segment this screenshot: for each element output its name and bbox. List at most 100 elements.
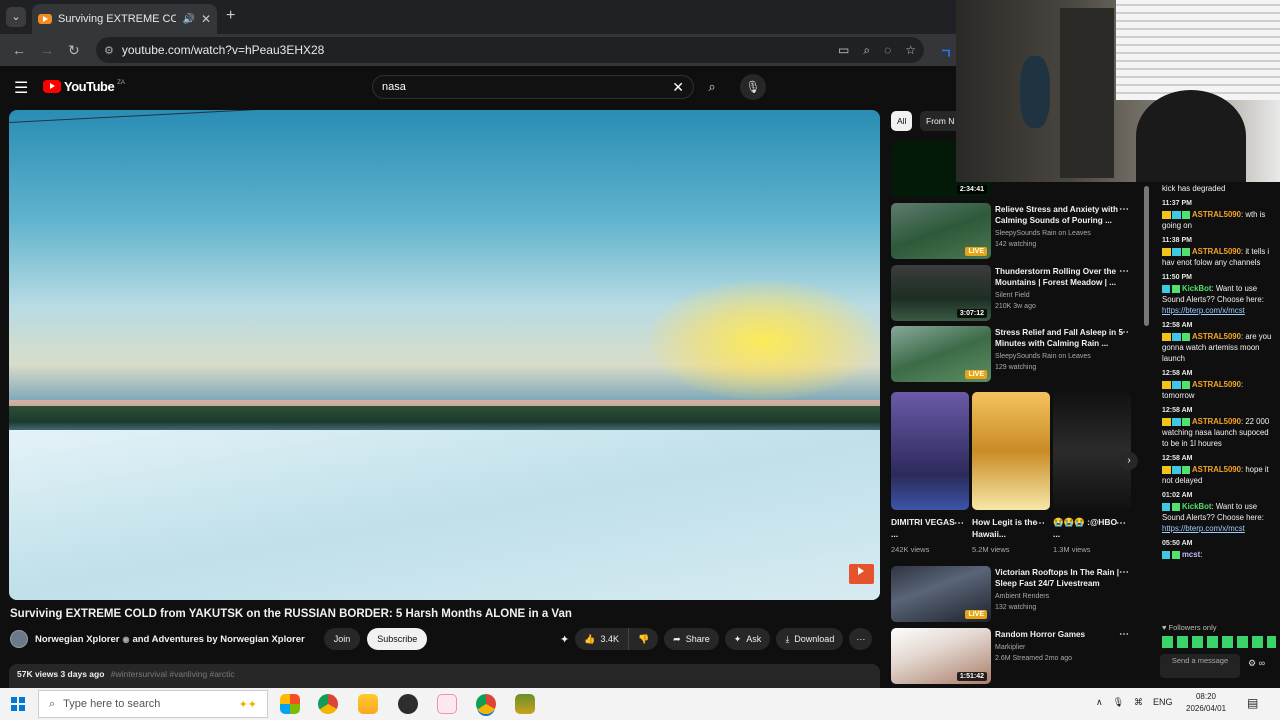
reload-icon[interactable]: ↻ xyxy=(68,42,80,59)
forward-icon[interactable]: → xyxy=(40,42,54,58)
short-more-icon[interactable]: ⋯ xyxy=(1116,518,1126,529)
related-video[interactable]: 3:07:12 Thunderstorm Rolling Over the Mou… xyxy=(891,265,1141,323)
chat-username[interactable]: mcst xyxy=(1182,550,1200,559)
chrome-icon[interactable] xyxy=(318,694,338,714)
related-title[interactable]: Stress Relief and Fall Asleep in 5 Minut… xyxy=(995,327,1125,349)
short-thumbnail[interactable] xyxy=(891,392,969,510)
chat-username[interactable]: ASTRAL5090 xyxy=(1192,465,1241,474)
chrome-active-icon[interactable] xyxy=(476,694,496,714)
related-video[interactable]: LIVE Victorian Rooftops In The Rain | Sle… xyxy=(891,566,1141,624)
subscribe-watermark-icon[interactable] xyxy=(849,564,874,584)
file-explorer-icon[interactable] xyxy=(358,694,378,714)
related-channel[interactable]: SleepySounds Rain on Leaves xyxy=(995,351,1125,362)
more-options-icon[interactable]: ⋯ xyxy=(1119,327,1129,338)
related-channel[interactable]: Ambient Renders xyxy=(995,591,1125,602)
cast-icon[interactable]: ▭ xyxy=(838,43,849,58)
more-options-icon[interactable]: ⋯ xyxy=(1119,629,1129,640)
related-thumbnail[interactable]: 3:07:12 xyxy=(891,265,991,321)
search-button[interactable]: ⌕ xyxy=(698,75,726,99)
related-video[interactable]: LIVE Stress Relief and Fall Asleep in 5 M… xyxy=(891,326,1141,384)
chat-username[interactable]: ASTRAL5090 xyxy=(1192,210,1241,219)
related-channel[interactable]: SleepySounds Rain on Leaves xyxy=(995,228,1125,239)
short-title[interactable]: 😭😭😭 :@HBO ... xyxy=(1053,516,1123,540)
short-thumbnail[interactable] xyxy=(1053,392,1131,510)
chip-from[interactable]: From N xyxy=(920,111,961,131)
scroll-thumb[interactable] xyxy=(1144,186,1149,326)
chat-username[interactable]: ASTRAL5090 xyxy=(1192,417,1241,426)
related-title[interactable]: Victorian Rooftops In The Rain | Sleep F… xyxy=(995,567,1125,589)
search-input[interactable]: nasa ✕ xyxy=(372,75,694,99)
related-title[interactable]: Relieve Stress and Anxiety with Calming … xyxy=(995,204,1125,226)
notification-icon[interactable]: ▤ xyxy=(1247,696,1258,710)
tab-search-button[interactable]: ⌄ xyxy=(6,7,26,27)
game-icon[interactable] xyxy=(515,694,535,714)
related-channel[interactable]: Silent Field xyxy=(995,290,1125,301)
short-title[interactable]: How Legit is the Hawaii... xyxy=(972,516,1042,540)
short-more-icon[interactable]: ⋯ xyxy=(1035,518,1045,529)
short-thumbnail[interactable] xyxy=(972,392,1050,510)
new-tab-button[interactable]: + xyxy=(226,7,235,25)
site-info-icon[interactable]: ⚙ xyxy=(104,44,114,57)
chevron-up-icon[interactable]: ∧ xyxy=(1096,697,1103,708)
related-video[interactable]: LIVE Relieve Stress and Anxiety with Calm… xyxy=(891,203,1141,261)
short-more-icon[interactable]: ⋯ xyxy=(954,518,964,529)
like-button[interactable]: 👍 3.4K xyxy=(575,628,629,650)
extension-icon[interactable]: ㄱ xyxy=(940,43,954,61)
youtube-logo[interactable]: YouTube ZA xyxy=(43,79,125,94)
mic-tray-icon[interactable]: 🎙 xyxy=(1113,697,1124,708)
emote-bar[interactable] xyxy=(1162,636,1276,648)
voice-search-button[interactable]: 🎙 xyxy=(740,74,766,100)
ask-button[interactable]: ✦ Ask xyxy=(724,628,771,650)
browser-tab-active[interactable]: Surviving EXTREME COLD f 🔊 ✕ xyxy=(32,4,217,34)
chat-link[interactable]: https://bterp.com/x/mcst xyxy=(1162,523,1272,534)
chip-all[interactable]: All xyxy=(891,111,913,131)
share-button[interactable]: ➦ Share xyxy=(664,628,719,650)
clock[interactable]: 08:20 2026/04/01 xyxy=(1186,691,1226,715)
chat-username[interactable]: ASTRAL5090 xyxy=(1192,332,1241,341)
more-actions-button[interactable]: ⋯ xyxy=(849,628,873,650)
menu-icon[interactable]: ☰ xyxy=(14,78,28,98)
related-thumbnail[interactable]: LIVE xyxy=(891,203,991,259)
language-indicator[interactable]: ENG xyxy=(1153,697,1173,708)
windows-start-icon[interactable] xyxy=(11,697,25,711)
subscribe-button[interactable]: Subscribe xyxy=(367,628,428,650)
tab-close-icon[interactable]: ✕ xyxy=(201,12,211,26)
channel-name[interactable]: Norwegian Xplorer xyxy=(35,634,119,645)
related-thumbnail[interactable]: LIVE xyxy=(891,326,991,382)
network-icon[interactable]: ⌘ xyxy=(1134,697,1143,708)
chat-username[interactable]: KickBot xyxy=(1182,284,1211,293)
obs-icon[interactable] xyxy=(398,694,418,714)
clear-search-icon[interactable]: ✕ xyxy=(672,79,684,96)
chat-settings-icon[interactable]: ⚙ ∞ xyxy=(1248,658,1265,669)
short-title[interactable]: DIMITRI VEGAS ... xyxy=(891,516,961,540)
chat-username[interactable]: ASTRAL5090 xyxy=(1192,380,1241,389)
back-icon[interactable]: ← xyxy=(12,42,26,58)
speaker-icon[interactable]: 🔊 xyxy=(182,14,194,25)
chat-username[interactable]: ASTRAL5090 xyxy=(1192,247,1241,256)
bookmark-star-icon[interactable]: ☆ xyxy=(905,43,916,58)
join-button[interactable]: Join xyxy=(323,628,361,650)
channel-collab[interactable]: and Adventures by Norwegian Xplorer xyxy=(132,634,304,645)
chat-username[interactable]: KickBot xyxy=(1182,502,1211,511)
channel-avatar[interactable] xyxy=(10,630,28,648)
address-bar[interactable]: ⚙ youtube.com/watch?v=hPeau3EHX28 ▭ ⌕ ◌ … xyxy=(96,37,924,63)
chat-input[interactable]: Send a message xyxy=(1160,654,1240,678)
more-options-icon[interactable]: ⋯ xyxy=(1119,204,1129,215)
related-thumbnail[interactable]: LIVE xyxy=(891,566,991,622)
more-options-icon[interactable]: ⋯ xyxy=(1119,567,1129,578)
zoom-icon[interactable]: ⌕ xyxy=(863,43,870,58)
taskbar-search-input[interactable]: ⌕ Type here to search ✦✦ xyxy=(38,690,268,718)
copilot-icon[interactable] xyxy=(280,694,300,714)
more-options-icon[interactable]: ⋯ xyxy=(1119,266,1129,277)
related-video[interactable]: 1:51:42 Random Horror Games Markiplier 2.6M… xyxy=(891,628,1141,686)
download-button[interactable]: ⤓ Download xyxy=(776,628,844,650)
dislike-button[interactable]: 👎 xyxy=(628,628,659,650)
chevron-right-icon[interactable]: › xyxy=(1120,452,1138,470)
hashtags[interactable]: #wintersurvival #vanliving #arctic xyxy=(111,669,235,679)
description-box[interactable]: 57K views 3 days ago #wintersurvival #va… xyxy=(9,664,880,688)
related-thumbnail[interactable]: 1:51:42 xyxy=(891,628,991,684)
related-channel[interactable]: Markiplier xyxy=(995,642,1125,653)
sparkle-icon[interactable]: ✦ xyxy=(560,633,569,646)
eye-off-icon[interactable]: ◌ xyxy=(884,43,891,58)
related-scrollbar[interactable] xyxy=(1144,182,1150,682)
